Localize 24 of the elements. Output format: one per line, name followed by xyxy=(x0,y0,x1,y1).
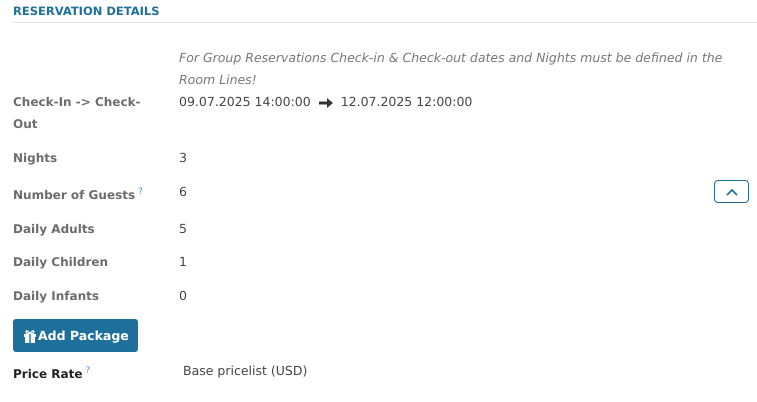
add-package-button[interactable]: Add Package xyxy=(13,319,138,352)
help-mark[interactable]: ? xyxy=(138,187,143,197)
field-label: Check-In -> Check-Out xyxy=(13,94,142,133)
help-mark[interactable]: ? xyxy=(85,366,90,376)
group-reservation-note: For Group Reservations Check-in & Check-out dates and Nights must be defined in the Room Lines! xyxy=(179,49,724,89)
field-label: Daily Adults xyxy=(13,222,95,236)
check-out-value: 12.07.2025 12:00:00 xyxy=(340,94,472,109)
check-in-value: 09.07.2025 14:00:00 xyxy=(179,94,311,109)
chevron-up-icon xyxy=(726,188,738,196)
field-value: 0 xyxy=(179,287,187,305)
collapse-button[interactable] xyxy=(714,180,749,203)
price-rate-value: Base pricelist (USD) xyxy=(183,362,308,380)
field-label: Price Rate xyxy=(13,367,82,381)
field-value: 1 xyxy=(179,253,187,271)
field-label: Daily Children xyxy=(13,255,108,269)
field-value: 5 xyxy=(179,220,187,238)
field-label: Nights xyxy=(13,151,58,165)
field-label: Number of Guests xyxy=(13,188,136,202)
section-title: RESERVATION DETAILS xyxy=(13,4,757,23)
field-value: 6 xyxy=(179,183,187,201)
gift-icon xyxy=(23,328,37,342)
arrow-right-icon xyxy=(318,98,333,108)
field-value: 3 xyxy=(179,149,187,167)
field-label: Daily Infants xyxy=(13,289,100,303)
